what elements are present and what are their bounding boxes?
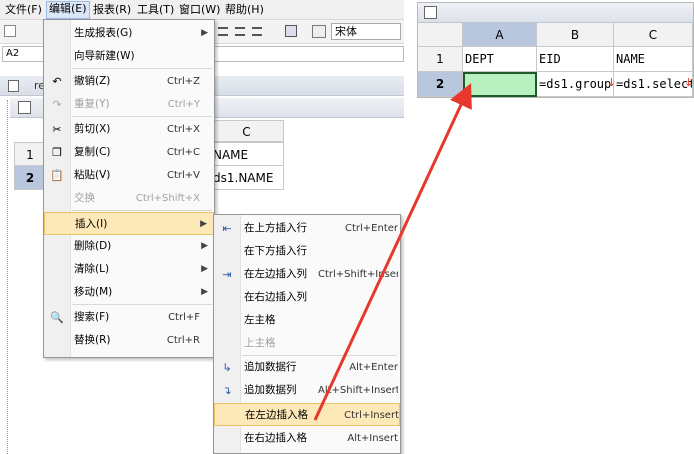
annotation-arrow — [313, 83, 472, 421]
